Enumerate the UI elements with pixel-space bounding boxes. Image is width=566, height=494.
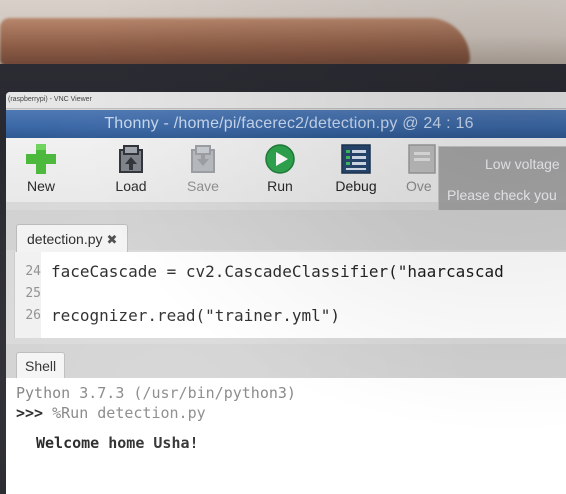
line-number: 25 xyxy=(25,286,41,301)
new-button[interactable]: New xyxy=(16,138,66,202)
save-label: Save xyxy=(187,178,219,194)
debug-list-icon xyxy=(341,144,371,177)
save-icon xyxy=(189,144,217,177)
editor-tab-bar: detection.py ✖ xyxy=(6,210,566,253)
plus-icon xyxy=(26,144,56,177)
tab-detection-py[interactable]: detection.py ✖ xyxy=(16,224,129,253)
shell-console[interactable]: Python 3.7.3 (/usr/bin/python3) >>> %Run… xyxy=(6,378,566,494)
notification-title: Low voltage xyxy=(485,156,560,172)
debug-button[interactable]: Debug xyxy=(324,138,388,202)
line-number: 24 xyxy=(25,264,41,279)
play-icon xyxy=(265,144,295,177)
code-line: faceCascade = cv2.CascadeClassifier("haa… xyxy=(51,262,504,281)
code-editor[interactable]: 24 25 26 faceCascade = cv2.CascadeClassi… xyxy=(14,252,566,338)
step-over-icon xyxy=(408,144,436,177)
window-title: Thonny - /home/pi/facerec2/detection.py … xyxy=(104,115,474,132)
save-button[interactable]: Save xyxy=(176,138,230,202)
close-icon[interactable]: ✖ xyxy=(107,232,118,247)
folder-open-icon xyxy=(117,144,145,177)
vnc-title-bar: (raspberrypi) - VNC Viewer xyxy=(6,92,566,109)
run-command: %Run detection.py xyxy=(43,404,206,422)
program-output: Welcome home Usha! xyxy=(36,434,199,452)
low-voltage-notification[interactable]: Low voltage Please check you xyxy=(438,146,566,218)
shell-tab-bar: Shell xyxy=(6,344,566,379)
run-button[interactable]: Run xyxy=(252,138,308,202)
code-line: recognizer.read("trainer.yml") xyxy=(51,306,340,325)
line-number: 26 xyxy=(25,308,41,323)
step-over-label: Ove xyxy=(406,178,432,194)
tab-label: detection.py xyxy=(27,231,103,247)
tab-shell[interactable]: Shell xyxy=(16,352,66,379)
vnc-title: (raspberrypi) - VNC Viewer xyxy=(8,96,92,103)
load-label: Load xyxy=(115,178,147,194)
debug-label: Debug xyxy=(335,178,377,194)
screen: (raspberrypi) - VNC Viewer Thonny - /hom… xyxy=(6,92,566,494)
shell-prompt: >>> xyxy=(16,404,44,422)
run-label: Run xyxy=(267,178,293,194)
window-title-bar: Thonny - /home/pi/facerec2/detection.py … xyxy=(6,110,566,138)
step-over-button[interactable]: Ove xyxy=(402,138,442,202)
run-command-line: >>> %Run detection.py xyxy=(16,404,206,422)
python-version: Python 3.7.3 (/usr/bin/python3) xyxy=(16,384,296,402)
load-button[interactable]: Load xyxy=(104,138,158,202)
background-object xyxy=(0,18,470,66)
notification-message: Please check you xyxy=(447,187,557,203)
new-label: New xyxy=(26,178,55,194)
shell-tab-label: Shell xyxy=(25,358,57,374)
